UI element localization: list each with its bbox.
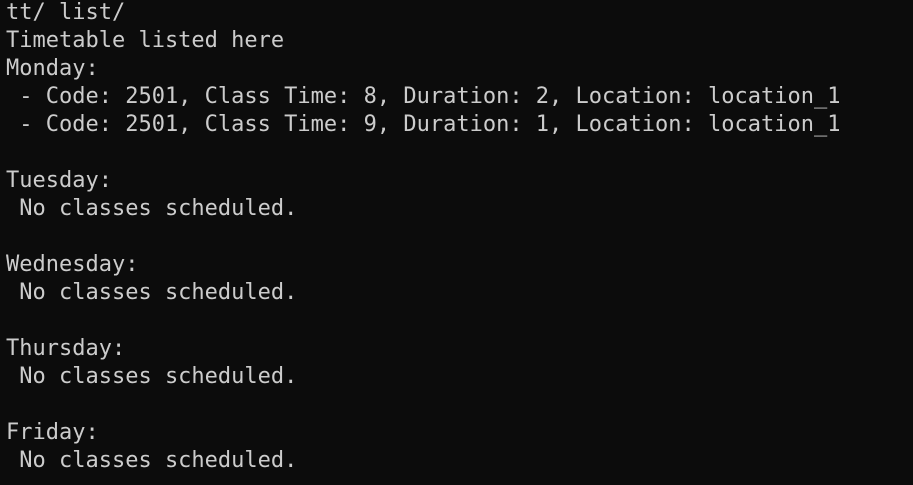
day-heading-monday: Monday: — [6, 56, 99, 81]
command-line: tt/ list/ — [6, 0, 126, 25]
no-classes-message: No classes scheduled. — [6, 364, 298, 389]
day-heading-tuesday: Tuesday: — [6, 168, 112, 193]
day-heading-friday: Friday: — [6, 420, 99, 445]
timetable-header: Timetable listed here — [6, 28, 285, 53]
class-entry: - Code: 2501, Class Time: 9, Duration: 1… — [6, 112, 841, 137]
no-classes-message: No classes scheduled. — [6, 448, 298, 473]
class-entry: - Code: 2501, Class Time: 8, Duration: 2… — [6, 84, 841, 109]
terminal-window[interactable]: tt/ list/ Timetable listed here Monday: … — [0, 0, 913, 484]
day-heading-thursday: Thursday: — [6, 336, 126, 361]
no-classes-message: No classes scheduled. — [6, 280, 298, 305]
no-classes-message: No classes scheduled. — [6, 196, 298, 221]
day-heading-wednesday: Wednesday: — [6, 252, 139, 277]
